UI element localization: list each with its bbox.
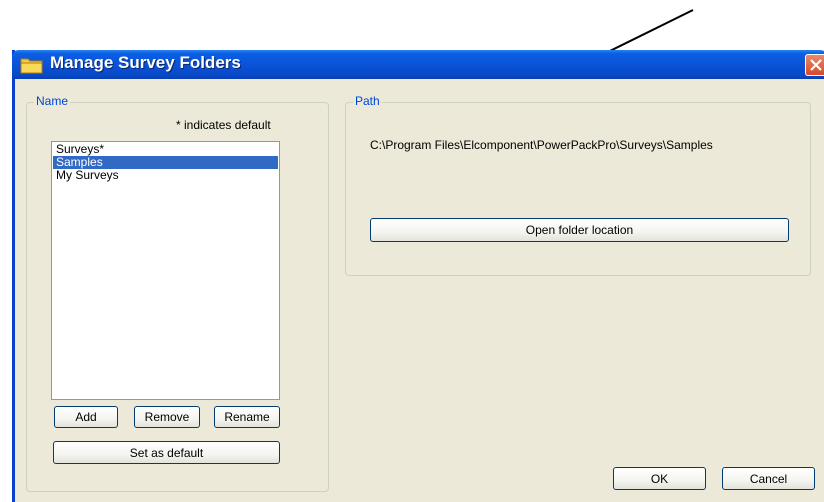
folder-list[interactable]: Surveys* Samples My Surveys [51, 141, 280, 400]
close-button[interactable] [805, 54, 824, 76]
list-item[interactable]: My Surveys [53, 169, 278, 182]
default-hint: * indicates default [176, 118, 271, 132]
title-bar[interactable]: Manage Survey Folders [12, 50, 824, 79]
rename-button[interactable]: Rename [214, 406, 280, 428]
folder-path: C:\Program Files\Elcomponent\PowerPackPr… [370, 138, 713, 152]
folder-icon [20, 56, 44, 74]
path-group-legend: Path [353, 94, 382, 108]
window-title: Manage Survey Folders [50, 53, 241, 72]
name-group-legend: Name [34, 94, 71, 108]
ok-button[interactable]: OK [613, 467, 706, 490]
set-as-default-button[interactable]: Set as default [53, 441, 280, 464]
cancel-button[interactable]: Cancel [722, 467, 815, 490]
remove-button[interactable]: Remove [134, 406, 200, 428]
open-folder-location-button[interactable]: Open folder location [370, 218, 789, 242]
add-button[interactable]: Add [54, 406, 118, 428]
path-groupbox: Path [345, 94, 811, 276]
